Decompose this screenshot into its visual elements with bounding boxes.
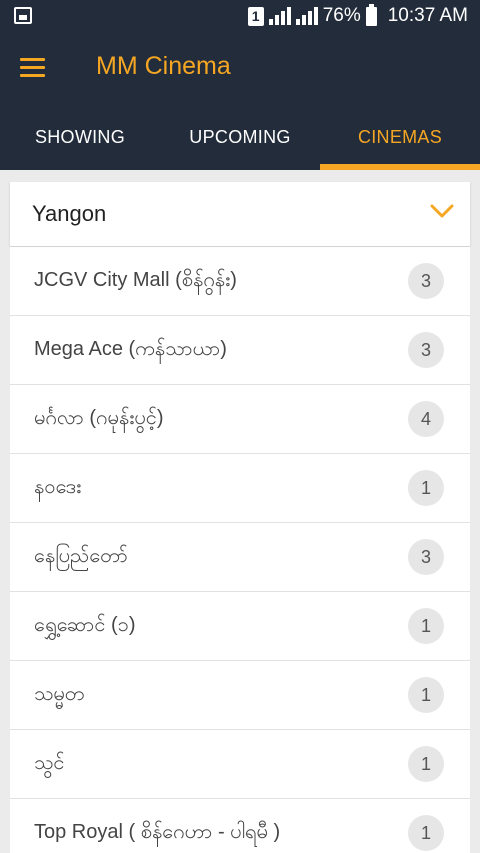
hamburger-menu-icon[interactable]: [20, 58, 45, 78]
cinema-row[interactable]: သမ္မတ 1: [10, 661, 470, 730]
showtime-count-badge: 3: [408, 539, 444, 575]
sim-slot-badge: 1: [247, 6, 264, 26]
cinema-row[interactable]: မင်္ဂလာ (ဂမုန်းပွင့်) 4: [10, 385, 470, 454]
cinema-row[interactable]: ရွှေ့ဆောင် (၁) 1: [10, 592, 470, 661]
tab-cinemas[interactable]: CINEMAS: [320, 104, 480, 170]
cinemas-content: Yangon JCGV City Mall (စိန်ဂွန်း) 3 Mega…: [0, 170, 480, 853]
showtime-count-badge: 1: [408, 608, 444, 644]
showtime-count-badge: 1: [408, 746, 444, 782]
battery-percent: 76%: [322, 5, 361, 26]
cinema-name: နေပြည်တော်: [34, 545, 128, 567]
cinema-row[interactable]: သွင် 1: [10, 730, 470, 799]
showtime-count-badge: 4: [408, 401, 444, 437]
status-bar: 1 76% 10:37 AM: [0, 0, 480, 32]
cinema-name: သမ္မတ: [34, 683, 85, 705]
cinema-name: JCGV City Mall (စိန်ဂွန်း): [34, 269, 237, 291]
cinema-name: Top Royal ( စိန်ဂေဟာ - ပါရမီ ): [34, 821, 281, 843]
cinema-row[interactable]: Top Royal ( စိန်ဂေဟာ - ပါရမီ ) 1: [10, 799, 470, 853]
signal-strength-icon-2: [295, 7, 318, 25]
status-indicators: 1 76% 10:37 AM: [247, 0, 468, 32]
app-title: MM Cinema: [96, 52, 231, 80]
cinema-row[interactable]: JCGV City Mall (စိန်ဂွန်း) 3: [10, 247, 470, 316]
city-dropdown[interactable]: Yangon: [10, 182, 470, 246]
battery-icon: [365, 3, 377, 26]
showtime-count-badge: 3: [408, 332, 444, 368]
cinema-name: နဝဒေး: [34, 476, 82, 498]
city-dropdown-value: Yangon: [32, 201, 107, 226]
signal-strength-icon: [268, 7, 291, 25]
cinema-name: သွင်: [34, 752, 65, 774]
tab-bar: SHOWING UPCOMING CINEMAS: [0, 104, 480, 170]
chevron-down-icon: [430, 204, 454, 218]
cinema-name: ရွှေ့ဆောင် (၁): [34, 614, 136, 636]
showtime-count-badge: 3: [408, 263, 444, 299]
cinema-name: Mega Ace (ကန်သာယာ): [34, 338, 227, 360]
cinema-name: မင်္ဂလာ (ဂမုန်းပွင့်): [34, 407, 164, 429]
app-bar: MM Cinema: [0, 32, 480, 104]
clock: 10:37 AM: [387, 5, 468, 26]
gallery-notification-icon: [14, 7, 32, 24]
cinema-list: JCGV City Mall (စိန်ဂွန်း) 3 Mega Ace (က…: [10, 247, 470, 853]
cinema-row[interactable]: နေပြည်တော် 3: [10, 523, 470, 592]
cinema-row[interactable]: Mega Ace (ကန်သာယာ) 3: [10, 316, 470, 385]
tab-showing[interactable]: SHOWING: [0, 104, 160, 170]
showtime-count-badge: 1: [408, 815, 444, 851]
cinema-row[interactable]: နဝဒေး 1: [10, 454, 470, 523]
showtime-count-badge: 1: [408, 677, 444, 713]
tab-upcoming[interactable]: UPCOMING: [160, 104, 320, 170]
showtime-count-badge: 1: [408, 470, 444, 506]
